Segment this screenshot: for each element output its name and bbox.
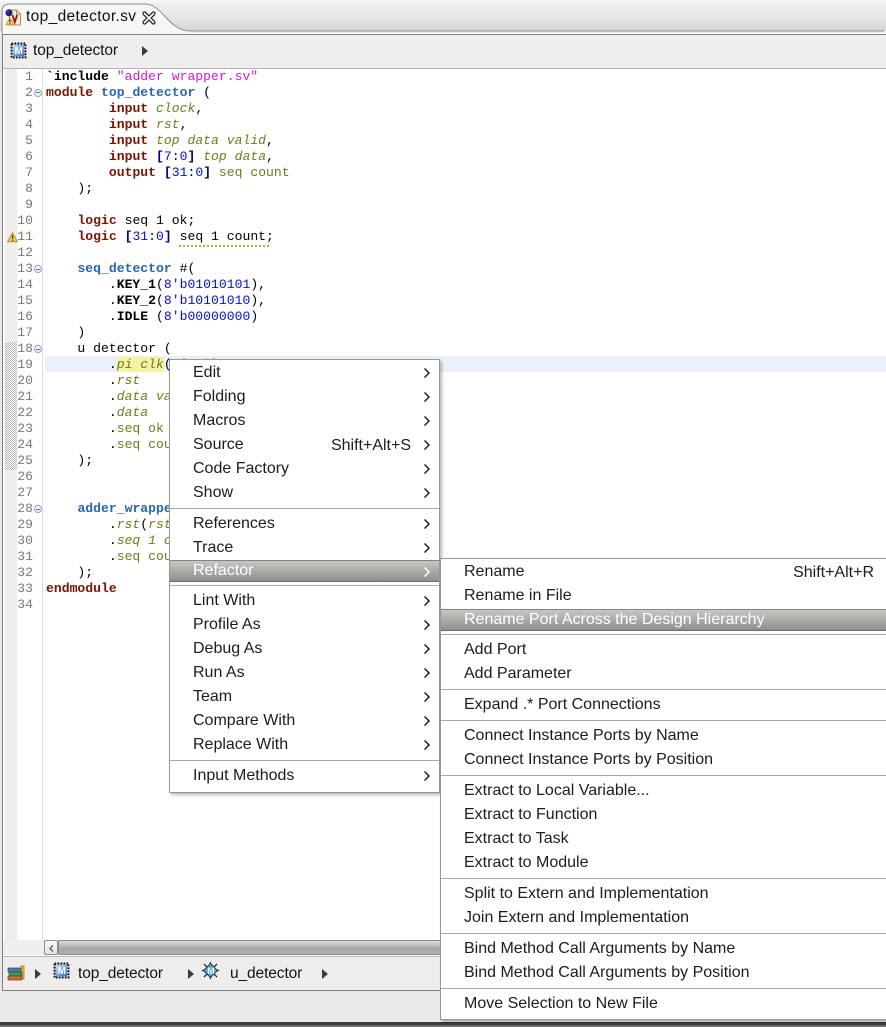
svg-text:M: M [207,966,215,976]
svg-text:M: M [15,46,23,57]
svg-text:M: M [58,966,66,977]
